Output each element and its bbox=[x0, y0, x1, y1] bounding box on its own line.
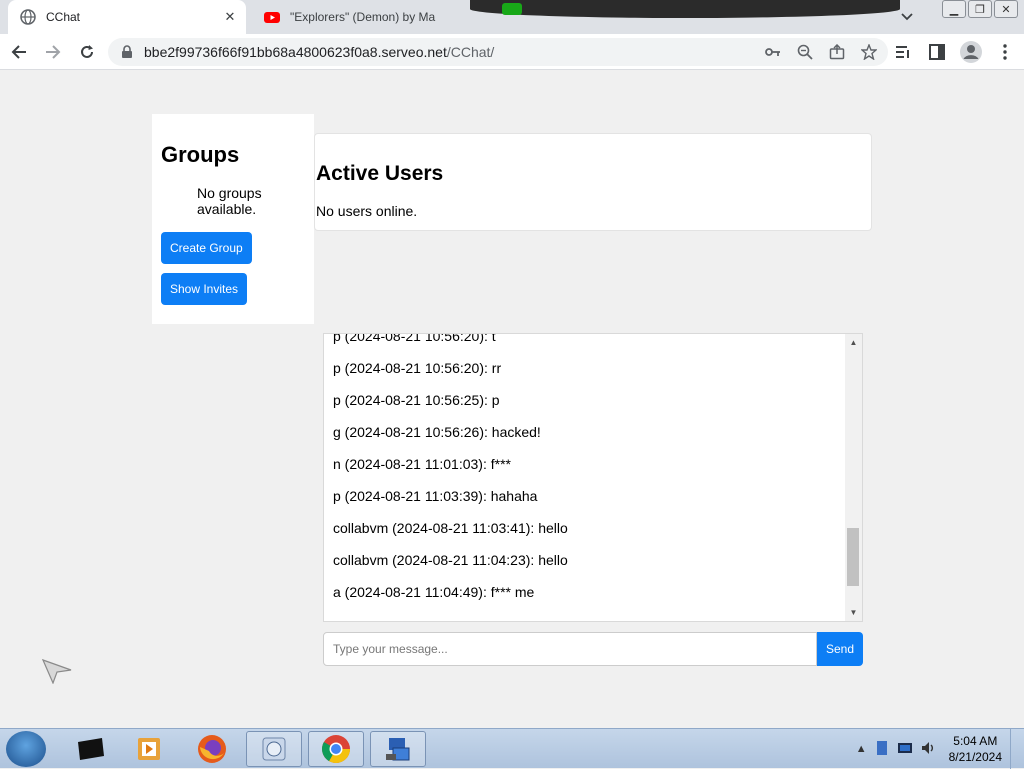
chevron-down-icon[interactable] bbox=[898, 8, 916, 26]
network-icon[interactable] bbox=[897, 741, 913, 758]
tab-title: "Explorers" (Demon) by Ma bbox=[290, 10, 436, 24]
chat-message: p (2024-08-21 10:56:20): t bbox=[333, 333, 496, 344]
side-panel-icon[interactable] bbox=[926, 41, 948, 63]
close-icon[interactable]: ✕ bbox=[222, 9, 238, 25]
tray-expand-icon[interactable]: ▲ bbox=[856, 743, 867, 755]
chat-message: collabvm (2024-08-21 11:04:23): hello bbox=[333, 552, 568, 568]
groups-panel: Groups No groups available. Create Group… bbox=[152, 114, 314, 324]
groups-empty-text: No groups available. bbox=[197, 185, 262, 217]
globe-icon bbox=[20, 9, 36, 25]
url-path: /CChat/ bbox=[446, 43, 495, 60]
action-center-icon[interactable] bbox=[875, 740, 889, 759]
forward-icon[interactable] bbox=[38, 37, 68, 67]
start-orb-icon[interactable] bbox=[6, 731, 46, 767]
firefox-icon[interactable] bbox=[184, 731, 240, 767]
show-invites-button[interactable]: Show Invites bbox=[161, 273, 248, 305]
control-panel-icon[interactable] bbox=[246, 731, 302, 767]
minimize-icon[interactable]: ▁ bbox=[942, 0, 966, 18]
chat-scrollbar[interactable]: ▲ ▼ bbox=[845, 334, 862, 621]
url-text: bbe2f99736f66f91bb68a4800623f0a8.serveo.… bbox=[144, 44, 764, 60]
profile-icon[interactable] bbox=[960, 40, 982, 63]
share-icon[interactable] bbox=[828, 43, 846, 61]
active-users-status: No users online. bbox=[316, 203, 418, 219]
page-content: Groups No groups available. Create Group… bbox=[0, 70, 1024, 728]
key-icon[interactable] bbox=[764, 43, 782, 61]
lock-icon bbox=[122, 44, 132, 58]
network-app-icon[interactable] bbox=[370, 731, 426, 767]
taskbar: ▲ 5:04 AM 8/21/2024 bbox=[0, 728, 1024, 769]
show-desktop-button[interactable] bbox=[1010, 729, 1024, 769]
system-tray: ▲ 5:04 AM 8/21/2024 bbox=[856, 729, 1024, 769]
message-input[interactable] bbox=[323, 632, 817, 666]
active-users-panel: Active Users No users online. bbox=[314, 133, 872, 231]
back-icon[interactable] bbox=[4, 37, 34, 67]
chat-log[interactable]: p (2024-08-21 10:56:20): t p (2024-08-21 … bbox=[323, 333, 863, 622]
close-window-icon[interactable]: ✕ bbox=[994, 0, 1018, 18]
youtube-icon bbox=[264, 12, 280, 23]
chat-message: p (2024-08-21 10:56:25): p bbox=[333, 392, 500, 408]
terminal-icon[interactable] bbox=[62, 731, 118, 767]
chat-message: g (2024-08-21 10:56:26): hacked! bbox=[333, 424, 541, 440]
restore-icon[interactable]: ❐ bbox=[968, 0, 992, 18]
more-menu-icon[interactable] bbox=[994, 41, 1016, 63]
url-host: bbe2f99736f66f91bb68a4800623f0a8.serveo.… bbox=[144, 43, 447, 60]
media-queue-icon[interactable] bbox=[892, 41, 914, 63]
scroll-up-icon[interactable]: ▲ bbox=[845, 334, 862, 351]
mouse-cursor-icon bbox=[42, 659, 72, 684]
tab-youtube[interactable]: "Explorers" (Demon) by Ma bbox=[252, 0, 452, 34]
tab-title: CChat bbox=[46, 10, 81, 24]
clock-time: 5:04 AM bbox=[953, 734, 998, 748]
active-users-heading: Active Users bbox=[316, 162, 444, 185]
chat-message: a (2024-08-21 11:04:49): f*** me bbox=[333, 584, 535, 600]
create-group-button[interactable]: Create Group bbox=[161, 232, 252, 264]
send-button[interactable]: Send bbox=[817, 632, 863, 666]
chat-message-list: p (2024-08-21 10:56:20): t p (2024-08-21 … bbox=[324, 333, 846, 608]
chat-message: p (2024-08-21 10:56:20): rr bbox=[333, 360, 502, 376]
tab-strip: CChat ✕ "Explorers" (Demon) by Ma ▁ ❐ ✕ bbox=[0, 0, 1024, 34]
chat-message: p (2024-08-21 11:03:39): hahaha bbox=[333, 488, 538, 504]
overlay-decoration bbox=[470, 0, 900, 18]
window-controls: ▁ ❐ ✕ bbox=[936, 0, 1024, 18]
media-player-icon[interactable] bbox=[122, 731, 178, 767]
reload-icon[interactable] bbox=[72, 37, 102, 67]
scroll-down-icon[interactable]: ▼ bbox=[845, 604, 862, 621]
chrome-icon[interactable] bbox=[308, 731, 364, 767]
clock-date: 8/21/2024 bbox=[948, 750, 1002, 764]
browser-toolbar: bbe2f99736f66f91bb68a4800623f0a8.serveo.… bbox=[0, 34, 1024, 70]
clock[interactable]: 5:04 AM 8/21/2024 bbox=[949, 733, 1002, 765]
chat-message: collabvm (2024-08-21 11:03:41): hello bbox=[333, 520, 568, 536]
address-bar[interactable]: bbe2f99736f66f91bb68a4800623f0a8.serveo.… bbox=[108, 37, 888, 66]
volume-icon[interactable] bbox=[921, 741, 935, 758]
zoom-icon[interactable] bbox=[796, 43, 814, 61]
chat-message: n (2024-08-21 11:01:03): f*** bbox=[333, 456, 511, 472]
scrollbar-thumb[interactable] bbox=[847, 528, 859, 587]
groups-heading: Groups bbox=[161, 142, 240, 167]
star-icon[interactable] bbox=[860, 43, 878, 61]
tab-cchat[interactable]: CChat ✕ bbox=[8, 0, 246, 34]
